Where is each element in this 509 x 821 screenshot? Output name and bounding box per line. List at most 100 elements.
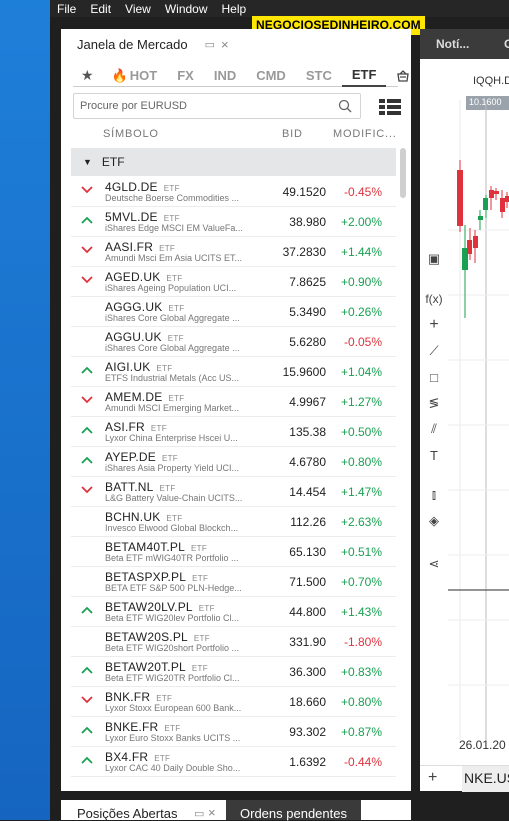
instrument-row[interactable]: AMEM.DE ETF Amundi MSCI Emerging Market...… (71, 387, 396, 417)
function-icon[interactable]: f(x) (420, 290, 448, 308)
tab-hot-label: HOT (129, 68, 158, 83)
price-change: +0.51% (340, 545, 382, 559)
bid-price: 15.9600 (282, 365, 326, 379)
instrument-description: Lyxor Euro Stoxx Banks UCITS ... (105, 733, 241, 743)
instrument-description: iShares Core Global Aggregate ... (105, 313, 240, 323)
tab-calendar[interactable]: C (504, 37, 509, 51)
candles-icon[interactable]: ⫾ (420, 486, 448, 504)
instrument-description: L&G Battery Value-Chain UCITS... (105, 493, 243, 503)
instrument-type: ETF (198, 604, 215, 613)
instrument-row[interactable]: AGGG.UK ETF iShares Core Global Aggregate … (71, 297, 396, 327)
menu-view[interactable]: View (125, 2, 151, 16)
star-icon: ★ (81, 67, 94, 83)
instrument-row[interactable]: AGGU.UK ETF iShares Core Global Aggregate … (71, 327, 396, 357)
tab-news[interactable]: Notí... (436, 37, 469, 51)
instrument-row[interactable]: BETAW20LV.PL ETF Beta ETF WIG20lev Portfol… (71, 597, 396, 627)
search-input[interactable] (74, 100, 324, 112)
instrument-row[interactable]: BETAW20T.PL ETF Beta ETF WIG20TR Portfolio… (71, 657, 396, 687)
search-icon[interactable] (338, 99, 352, 113)
tab-fx[interactable]: FX (167, 65, 204, 87)
instrument-description: Invesco Elwood Global Blockch... (105, 523, 239, 533)
group-header-etf[interactable]: ▼ ETF (71, 148, 396, 176)
tab-hot[interactable]: 🔥 HOT (102, 65, 168, 87)
price-change: +1.43% (340, 605, 382, 619)
instrument-row[interactable]: BX4.FR ETF Lyxor CAC 40 Daily Double Sho..… (71, 747, 396, 777)
col-symbol[interactable]: SÍMBOLO (103, 128, 159, 140)
trend-up-icon (81, 216, 93, 224)
text-icon[interactable]: T (420, 446, 448, 464)
instrument-row[interactable]: ASI.FR ETF Lyxor China Enterprise Hscei U.… (71, 417, 396, 447)
instrument-description: iShares Core Global Aggregate ... (105, 343, 240, 353)
market-window-panel: Janela de Mercado ▭ × ★ 🔥 HOT FX IND CMD … (61, 29, 411, 791)
instrument-type: ETF (156, 364, 173, 373)
instrument-symbol: AIGI.UK ETF (105, 360, 172, 374)
symbol-text: AMEM.DE (105, 390, 163, 404)
bid-price: 93.302 (289, 725, 326, 739)
instrument-description: Amundi Msci Em Asia UCITS ET... (105, 253, 243, 263)
tab-stc[interactable]: STC (296, 65, 342, 87)
close-icon[interactable]: × (208, 805, 216, 820)
symbol-tab[interactable]: NKE.US (462, 766, 509, 792)
instrument-description: Beta ETF mWIG40TR Portfolio ... (105, 553, 239, 563)
bid-price: 65.130 (289, 545, 326, 559)
tab-etf[interactable]: ETF (341, 64, 387, 87)
tab-open-positions[interactable]: Posições Abertas (77, 806, 177, 821)
crosshair-icon[interactable]: + (420, 316, 448, 334)
instrument-symbol: BETAW20S.PL ETF (105, 630, 210, 644)
price-change: +0.87% (340, 725, 382, 739)
tab-portfolio[interactable] (386, 65, 420, 87)
symbol-text: AIGI.UK (105, 360, 151, 374)
add-chart-icon[interactable]: + (428, 769, 437, 787)
price-change: +0.80% (340, 455, 382, 469)
symbol-text: BNKE.FR (105, 720, 159, 734)
symbol-text: BETAW20LV.PL (105, 600, 193, 614)
instrument-type: ETF (159, 484, 176, 493)
instrument-row[interactable]: BETASPXP.PL ETF BETA ETF S&P 500 PLN-Hedge… (71, 567, 396, 597)
scrollbar[interactable] (400, 148, 406, 198)
instrument-symbol: AMEM.DE ETF (105, 390, 184, 404)
share-icon[interactable]: ⋖ (420, 555, 448, 573)
menu-file[interactable]: File (57, 2, 76, 16)
rectangle-icon[interactable]: □ (420, 368, 448, 386)
instrument-row[interactable]: 5MVL.DE ETF iShares Edge MSCI EM ValueFa..… (71, 207, 396, 237)
instrument-row[interactable]: 4GLD.DE ETF Deutsche Boerse Commodities ..… (71, 177, 396, 207)
symbol-text: AGGU.UK (105, 330, 162, 344)
instrument-row[interactable]: BATT.NL ETF L&G Battery Value-Chain UCITS.… (71, 477, 396, 507)
menu-help[interactable]: Help (222, 2, 247, 16)
instrument-row[interactable]: BNKE.FR ETF Lyxor Euro Stoxx Banks UCITS .… (71, 717, 396, 747)
grid-view-icon[interactable] (379, 99, 401, 115)
candlestick-chart[interactable] (448, 60, 509, 760)
tab-cmd[interactable]: CMD (246, 65, 296, 87)
instrument-row[interactable]: BETAM40T.PL ETF Beta ETF mWIG40TR Portfoli… (71, 537, 396, 567)
instrument-row[interactable]: AYEP.DE ETF iShares Asia Property Yield UC… (71, 447, 396, 477)
trendline-icon[interactable]: ⟋ (420, 342, 448, 360)
instrument-symbol: ASI.FR ETF (105, 420, 167, 434)
bottom-tabs: Posições Abertas ▭ × Ordens pendentes (61, 800, 411, 821)
tab-pending-orders[interactable]: Ordens pendentes (226, 800, 361, 821)
instrument-row[interactable]: BCHN.UK ETF Invesco Elwood Global Blockch.… (71, 507, 396, 537)
fibonacci-icon[interactable]: ≶ (420, 394, 448, 412)
instrument-description: iShares Ageing Population UCI... (105, 283, 237, 293)
display-icon[interactable]: ▣ (420, 250, 448, 268)
channel-icon[interactable]: ⫽ (420, 420, 448, 438)
close-icon[interactable]: × (221, 37, 229, 52)
instrument-type: ETF (193, 634, 210, 643)
instrument-row[interactable]: BETAW20S.PL ETF Beta ETF WIG20short Portfo… (71, 627, 396, 657)
trend-down-icon (81, 276, 93, 284)
instrument-description: Beta ETF WIG20TR Portfolio Cl... (105, 673, 240, 683)
instrument-row[interactable]: AASI.FR ETF Amundi Msci Em Asia UCITS ET..… (71, 237, 396, 267)
instrument-symbol: BX4.FR ETF (105, 750, 170, 764)
col-bid[interactable]: BID (282, 128, 303, 140)
instrument-row[interactable]: AGED.UK ETF iShares Ageing Population UCI.… (71, 267, 396, 297)
bid-price: 331.90 (289, 635, 326, 649)
menu-window[interactable]: Window (165, 2, 208, 16)
maximize-icon[interactable]: ▭ (194, 807, 204, 820)
tab-ind[interactable]: IND (204, 65, 246, 87)
tab-favorites[interactable]: ★ (73, 65, 102, 87)
menu-edit[interactable]: Edit (90, 2, 111, 16)
maximize-icon[interactable]: ▭ (205, 38, 215, 51)
layers-icon[interactable]: ◈ (420, 512, 448, 530)
instrument-row[interactable]: AIGI.UK ETF ETFS Industrial Metals (Acc US… (71, 357, 396, 387)
col-change[interactable]: MODIFIC... (333, 128, 397, 140)
instrument-row[interactable]: BNK.FR ETF Lyxor Stoxx European 600 Bank..… (71, 687, 396, 717)
